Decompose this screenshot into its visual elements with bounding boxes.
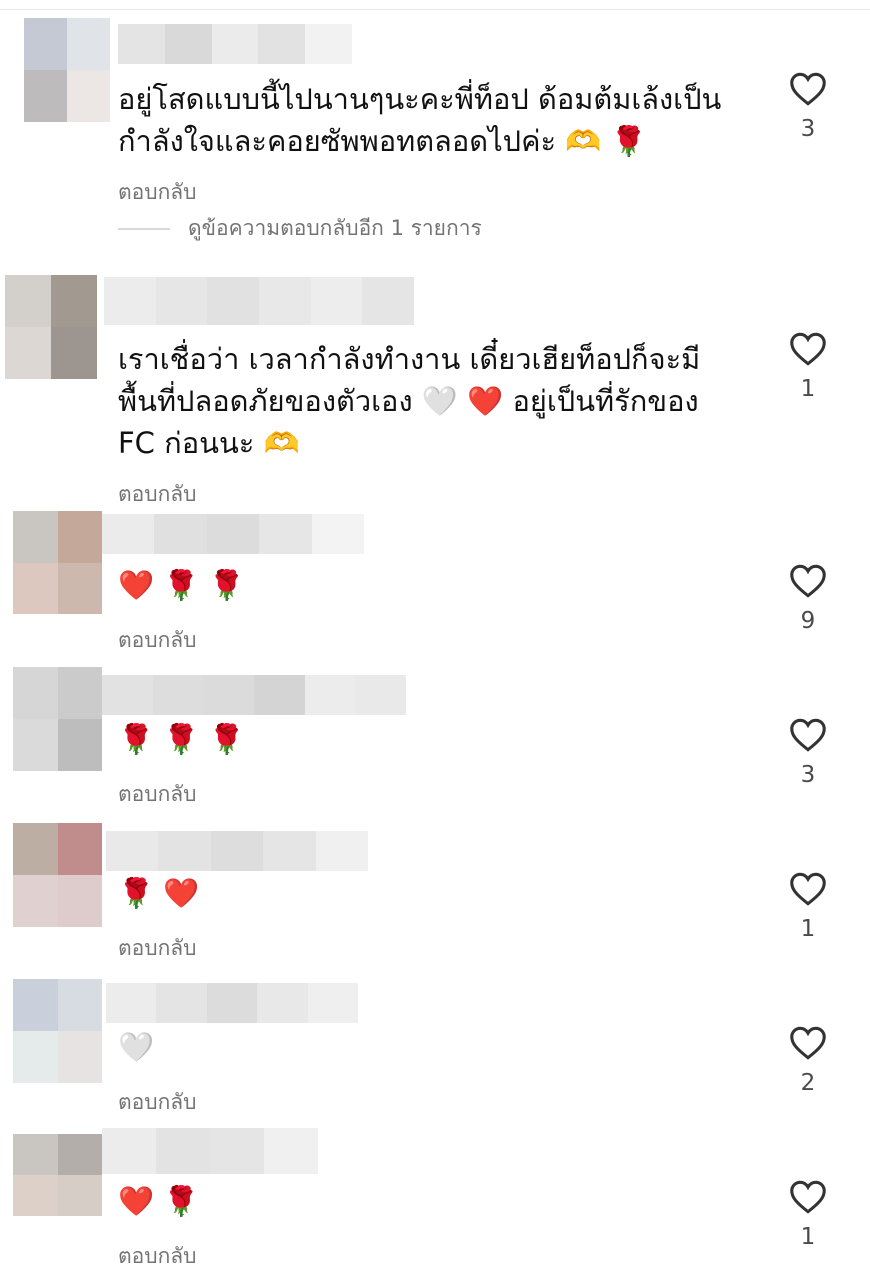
username-blurred[interactable] xyxy=(106,831,369,871)
rose-emoji: 🌹 xyxy=(163,1184,200,1218)
white-heart-emoji: 🤍 xyxy=(118,1030,155,1064)
avatar[interactable] xyxy=(5,275,97,379)
like-button[interactable]: 9 xyxy=(780,564,836,634)
rose-emoji: 🌹 xyxy=(208,722,245,756)
reply-button[interactable]: ตอบกลับ xyxy=(118,778,197,811)
heart-outline-icon xyxy=(790,718,826,752)
like-button[interactable]: 3 xyxy=(780,72,836,142)
comment-text: 🌹 ❤️ xyxy=(118,872,758,914)
comment-text: อยู่โสดแบบนี้ไปนานๆนะคะพี่ท็อป ด้อมต้มเล… xyxy=(118,78,758,162)
comment-text-line: อยู่เป็นที่รักของ xyxy=(512,384,699,418)
like-button[interactable]: 3 xyxy=(780,718,836,788)
comment-text: ❤️ 🌹 xyxy=(118,1180,758,1222)
like-count: 1 xyxy=(800,376,816,402)
top-divider xyxy=(0,9,870,10)
view-replies-button[interactable]: ดูข้อความตอบกลับอีก 1 รายการ xyxy=(118,212,482,245)
heart-outline-icon xyxy=(790,1026,826,1060)
like-count: 3 xyxy=(800,762,816,788)
red-heart-emoji: ❤️ xyxy=(467,384,504,418)
like-button[interactable]: 2 xyxy=(780,1026,836,1096)
username-blurred[interactable] xyxy=(118,24,352,64)
view-replies-label: ดูข้อความตอบกลับอีก 1 รายการ xyxy=(188,216,482,240)
username-blurred[interactable] xyxy=(104,277,415,325)
comment-text: 🤍 xyxy=(118,1026,758,1068)
like-count: 2 xyxy=(800,1070,816,1096)
reply-button[interactable]: ตอบกลับ xyxy=(118,1086,197,1119)
reply-button[interactable]: ตอบกลับ xyxy=(118,1240,197,1273)
white-heart-emoji: 🤍 xyxy=(421,384,458,418)
comment-text-line: อยู่โสดแบบนี้ไปนานๆนะคะพี่ท็อป ด้อมต้มเล… xyxy=(118,82,722,116)
heart-outline-icon xyxy=(790,72,826,106)
avatar[interactable] xyxy=(13,823,102,927)
comment-text-line: เราเชื่อว่า เวลากำลังทำงาน เดี๋ยวเฮียท็อ… xyxy=(118,342,701,376)
comment-text-line: FC ก่อนนะ xyxy=(118,426,255,460)
rose-emoji: 🌹 xyxy=(118,722,155,756)
rose-emoji: 🌹 xyxy=(163,568,200,602)
view-replies-line xyxy=(118,227,170,230)
avatar[interactable] xyxy=(13,667,102,771)
reply-button[interactable]: ตอบกลับ xyxy=(118,932,197,965)
heart-hands-emoji: 🫶 xyxy=(565,124,602,158)
red-heart-emoji: ❤️ xyxy=(163,876,200,910)
comment-text-line: กำลังใจและคอยซัพพอทตลอดไปค่ะ xyxy=(118,124,557,158)
like-button[interactable]: 1 xyxy=(780,1180,836,1250)
like-button[interactable]: 1 xyxy=(780,872,836,942)
username-blurred[interactable] xyxy=(102,675,407,715)
heart-outline-icon xyxy=(790,332,826,366)
username-blurred[interactable] xyxy=(102,514,365,554)
like-count: 9 xyxy=(800,608,816,634)
comment-text-line: พื้นที่ปลอดภัยของตัวเอง xyxy=(118,384,413,418)
rose-emoji: 🌹 xyxy=(610,124,647,158)
reply-button[interactable]: ตอบกลับ xyxy=(118,624,197,657)
like-count: 1 xyxy=(800,1224,816,1250)
rose-emoji: 🌹 xyxy=(208,568,245,602)
reply-button[interactable]: ตอบกลับ xyxy=(118,176,197,209)
avatar[interactable] xyxy=(24,18,110,122)
like-button[interactable]: 1 xyxy=(780,332,836,402)
red-heart-emoji: ❤️ xyxy=(118,1184,155,1218)
like-count: 3 xyxy=(800,116,816,142)
rose-emoji: 🌹 xyxy=(163,722,200,756)
comment-text: ❤️ 🌹 🌹 xyxy=(118,564,758,606)
heart-hands-emoji: 🫶 xyxy=(263,426,300,460)
reply-button[interactable]: ตอบกลับ xyxy=(118,478,197,511)
username-blurred[interactable] xyxy=(106,983,359,1023)
heart-outline-icon xyxy=(790,872,826,906)
heart-outline-icon xyxy=(790,564,826,598)
comment-text: เราเชื่อว่า เวลากำลังทำงาน เดี๋ยวเฮียท็อ… xyxy=(118,338,758,464)
avatar[interactable] xyxy=(13,511,102,614)
heart-outline-icon xyxy=(790,1180,826,1214)
like-count: 1 xyxy=(800,916,816,942)
red-heart-emoji: ❤️ xyxy=(118,568,155,602)
rose-emoji: 🌹 xyxy=(118,876,155,910)
username-blurred[interactable] xyxy=(102,1128,318,1174)
comment-text: 🌹 🌹 🌹 xyxy=(118,718,758,760)
avatar[interactable] xyxy=(13,1134,102,1216)
avatar[interactable] xyxy=(13,979,102,1083)
